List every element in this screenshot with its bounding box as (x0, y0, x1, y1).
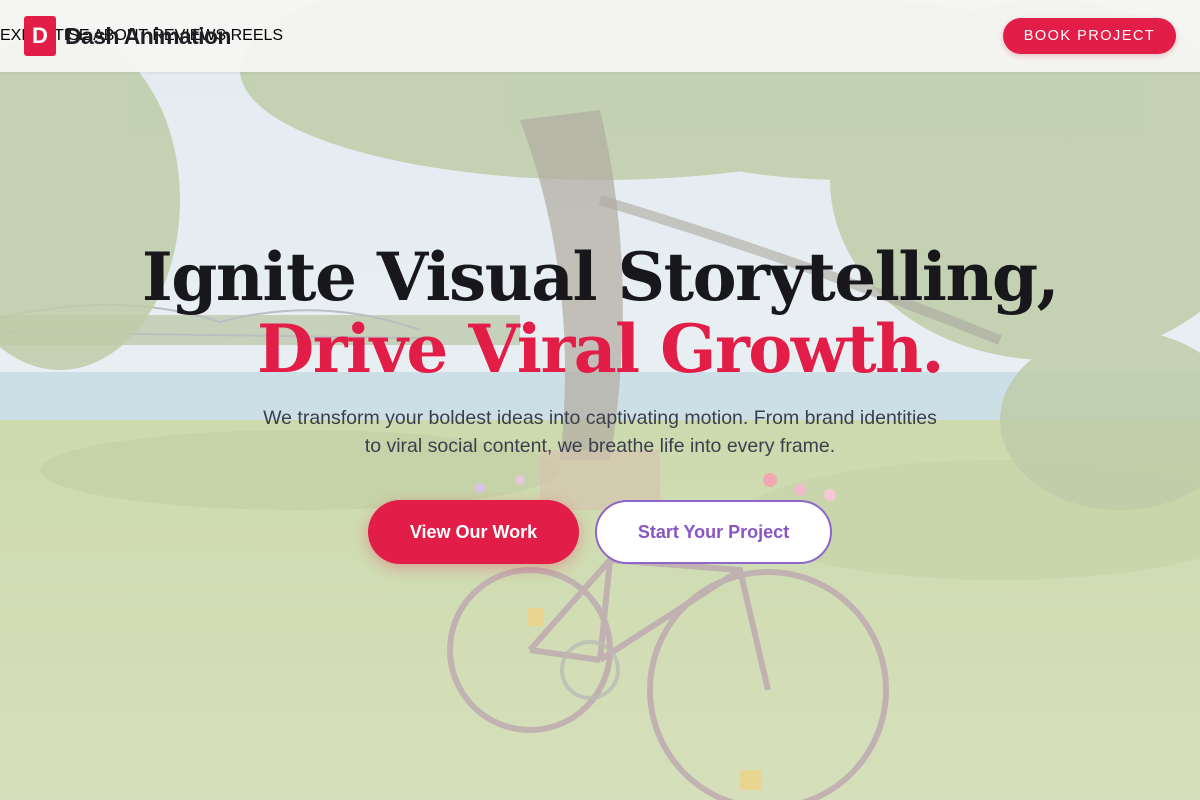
logo-mark-icon: D (24, 16, 56, 56)
view-our-work-button[interactable]: View Our Work (368, 500, 579, 564)
brand-name: Dash Animation (65, 22, 231, 49)
hero-title-line-1: Ignite Visual Storytelling, (141, 238, 1060, 316)
hero-subtitle: We transform your boldest ideas into cap… (263, 407, 937, 457)
nav-item-reels[interactable]: REELS (231, 27, 283, 44)
hero-title-line-2: Drive Viral Growth. (256, 310, 945, 388)
hero-background-image (0, 0, 1200, 800)
book-project-button[interactable]: BOOK PROJECT (1003, 18, 1176, 54)
site-header: D Dash Animation EXPERTISE ABOUT REVIEWS… (0, 0, 1200, 72)
start-your-project-button[interactable]: Start Your Project (595, 500, 832, 564)
brand-logo[interactable]: D Dash Animation (24, 16, 231, 56)
